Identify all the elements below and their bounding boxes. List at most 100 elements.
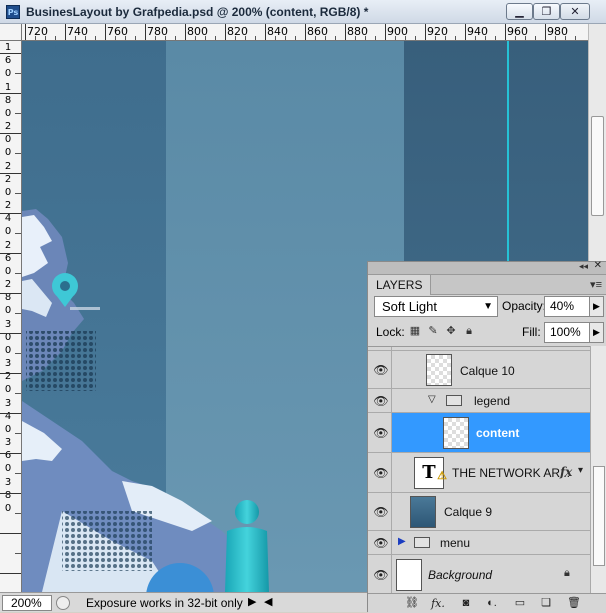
status-menu-arrow-icon[interactable]: ▶ [248,595,256,608]
ruler-tick [0,253,21,254]
scroll-left-icon[interactable]: ◀ [264,595,272,608]
ruler-tick [0,213,21,214]
group-expanded-chevron-icon[interactable]: ▽ [428,394,436,405]
ruler-label: 3 [4,397,12,409]
ruler-minor-tick [455,36,456,40]
minimize-button[interactable]: ▁ [506,3,533,20]
ruler-minor-tick [165,36,166,40]
ruler-origin[interactable] [0,24,22,41]
restore-button[interactable]: ❐ [533,3,560,20]
status-info-icon[interactable] [56,596,70,610]
ruler-label: 0 [4,331,12,343]
ruler-minor-tick [155,36,156,40]
ruler-label: 0 [4,502,12,514]
ruler-label: 8 [4,489,12,501]
ruler-tick [0,573,21,574]
adjustment-layer-icon[interactable]: ◐. [484,596,500,611]
layers-scrollbar-thumb[interactable] [593,466,605,566]
ruler-tick [0,373,21,374]
ruler-minor-tick [195,36,196,40]
horizontal-ruler[interactable]: 720 740 760 780 800 820 840 860 880 900 920 940 960 9… [22,24,588,41]
panel-menu-icon[interactable]: ▾≡ [590,278,602,291]
add-layer-style-icon[interactable]: fx. [430,596,446,611]
opacity-input[interactable]: 40% [544,296,590,317]
close-button[interactable]: ✕ [560,3,590,20]
visibility-eye-icon[interactable]: 👁︎ [372,363,390,377]
ruler-minor-tick [395,36,396,40]
layers-list: 👁︎ Calque 10 👁︎ ▽ legend 👁︎ content 👁︎ T… [368,346,590,593]
expand-effects-chevron-icon[interactable]: ▾ [578,465,583,476]
ruler-major-tick [505,24,506,40]
ruler-label: 0 [4,344,12,356]
ruler-minor-tick [45,36,46,40]
lock-row: Lock: ▦ ✎ ✥ 🔒︎ Fill: 100% ▶ [372,321,604,343]
ruler-label: 2 [4,121,12,132]
lock-image-icon[interactable]: ✎ [426,324,440,338]
fill-input[interactable]: 100% [544,322,590,343]
lock-transparent-icon[interactable]: ▦ [408,324,422,338]
layer-group-menu[interactable]: 👁︎ ▶ menu [368,531,590,555]
ruler-label: 2 [4,200,12,211]
visibility-eye-icon[interactable]: 👁︎ [372,505,390,519]
ruler-minor-tick [365,36,366,40]
layer-row-calque-10[interactable]: 👁︎ Calque 10 [368,351,590,389]
close-panel-icon[interactable]: ✕ [594,260,602,271]
fx-effects-icon[interactable]: fx [560,465,572,479]
link-layers-icon[interactable]: ⛓ [404,596,420,611]
ruler-major-tick [65,24,66,40]
tab-layers[interactable]: LAYERS [368,275,432,295]
eye-column [368,347,392,350]
ruler-tick [15,473,21,474]
ruler-minor-tick [555,36,556,40]
add-mask-icon[interactable]: ◙ [458,596,474,611]
visibility-eye-icon[interactable]: 👁︎ [372,536,390,550]
title-bar: Ps BusinesLayout by Grafpedia.psd @ 200%… [0,0,606,24]
vertical-ruler[interactable]: 160180200220240260280300320340360380 [0,41,22,592]
visibility-eye-icon[interactable]: 👁︎ [372,466,390,480]
ruler-minor-tick [75,36,76,40]
ruler-minor-tick [95,36,96,40]
ruler-major-tick [545,24,546,40]
visibility-eye-icon[interactable]: 👁︎ [372,568,390,582]
ruler-minor-tick [115,36,116,40]
scrollbar-thumb[interactable] [591,116,604,216]
ruler-label: 0 [4,463,12,474]
ruler-tick [15,553,21,554]
ruler-minor-tick [445,36,446,40]
ruler-minor-tick [55,36,56,40]
layer-row-calque-9[interactable]: 👁︎ Calque 9 [368,493,590,531]
ruler-minor-tick [435,36,436,40]
delete-layer-icon[interactable]: 🗑︎ [566,596,582,611]
opacity-slider-arrow-icon[interactable]: ▶ [590,296,604,317]
ruler-label: 0 [4,147,12,158]
ruler-major-tick [265,24,266,40]
ruler-tick [15,433,21,434]
new-layer-icon[interactable]: ❏ [538,596,554,611]
ruler-tick [0,173,21,174]
layer-group-legend[interactable]: 👁︎ ▽ legend [368,389,590,413]
ruler-minor-tick [235,36,236,40]
status-message: Exposure works in 32-bit only [86,596,243,610]
ruler-label: 3 [4,437,12,448]
layers-scrollbar[interactable] [590,346,606,593]
lock-position-icon[interactable]: ✥ [444,324,458,338]
zoom-field[interactable]: 200% [2,595,52,611]
ruler-major-tick [345,24,346,40]
ruler-label: 0 [4,384,12,395]
fill-slider-arrow-icon[interactable]: ▶ [590,322,604,343]
new-group-icon[interactable]: ▭ [512,596,528,611]
layer-row-text[interactable]: 👁︎ T ⚠ THE NETWORK AR... fx ▾ [368,453,590,493]
layer-row-background[interactable]: 👁︎ Background 🔒︎ [368,555,590,593]
blend-mode-select[interactable]: Soft Light ▼ [374,296,498,317]
panel-header-bar[interactable]: ◂◂ ✕ [368,260,606,275]
layer-row-content-selected[interactable]: 👁︎ content [368,413,590,453]
visibility-eye-icon[interactable]: 👁︎ [372,426,390,440]
visibility-eye-icon[interactable]: 👁︎ [372,394,390,408]
ruler-major-tick [465,24,466,40]
lock-all-icon[interactable]: 🔒︎ [462,324,476,338]
layers-panel: ◂◂ ✕ LAYERS ▾≡ Soft Light ▼ Opacity: 40%… [367,260,606,613]
collapse-panel-icon[interactable]: ◂◂ [579,261,588,272]
ruler-minor-tick [175,36,176,40]
layer-name: legend [474,394,511,408]
group-collapsed-chevron-icon[interactable]: ▶ [398,536,406,547]
